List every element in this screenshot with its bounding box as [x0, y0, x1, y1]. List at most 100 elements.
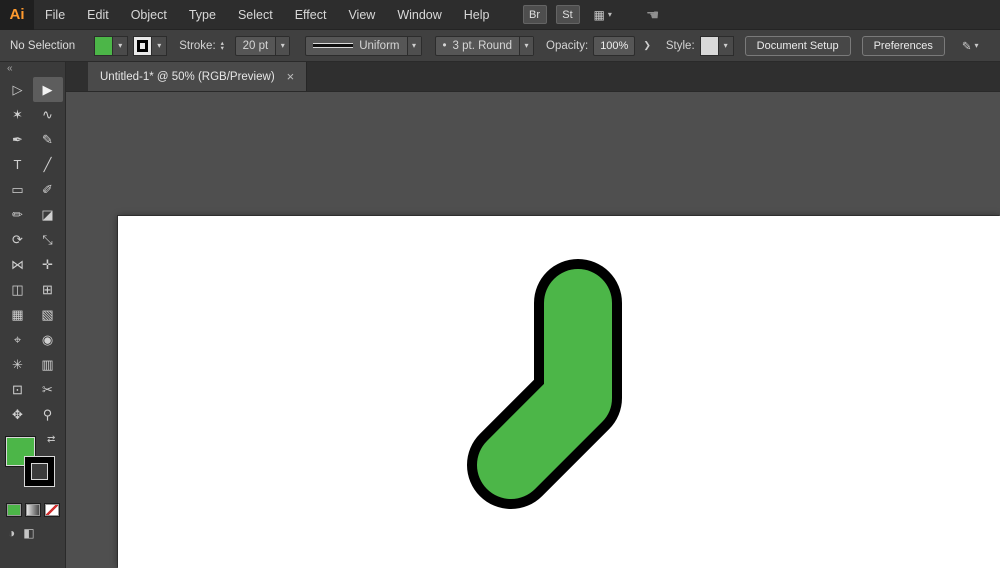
document-tab-title: Untitled-1* @ 50% (RGB/Preview): [100, 71, 275, 83]
tool-shape-builder[interactable]: ◫: [3, 277, 33, 302]
menu-select[interactable]: Select: [227, 0, 284, 30]
tab-strip: Untitled-1* @ 50% (RGB/Preview) ×: [66, 62, 1000, 92]
brush-dot-icon: •: [443, 40, 447, 52]
opacity-label: Opacity:: [546, 40, 588, 52]
tool-magic-wand[interactable]: ✶: [3, 102, 33, 127]
style-dropdown[interactable]: ▾: [700, 36, 734, 56]
tool-gradient[interactable]: ▧: [33, 302, 63, 327]
tool-perspective-grid[interactable]: ⊞: [33, 277, 63, 302]
fill-chevron-icon[interactable]: ▾: [113, 37, 127, 55]
sock-shape[interactable]: [511, 303, 578, 465]
tool-artboard[interactable]: ⊡: [3, 377, 33, 402]
stock-button[interactable]: St: [556, 5, 580, 24]
brush-value[interactable]: 3 pt. Round: [453, 40, 512, 52]
stroke-swatch[interactable]: [134, 37, 152, 55]
screen-mode-icon[interactable]: ◧: [23, 526, 34, 540]
menu-object[interactable]: Object: [120, 0, 178, 30]
tool-line-segment[interactable]: ╱: [33, 152, 63, 177]
width-profile-value[interactable]: Uniform: [359, 40, 399, 52]
tool-rotate[interactable]: ⟳: [3, 227, 33, 252]
stroke-weight-control[interactable]: 20 pt ▾: [235, 36, 291, 56]
opacity-input[interactable]: 100%: [593, 36, 635, 56]
tool-pen[interactable]: ✒: [3, 127, 33, 152]
gradient-button[interactable]: [25, 503, 41, 517]
stroke-profile-preview: [313, 44, 353, 47]
style-swatch[interactable]: [701, 37, 719, 55]
workspace: « ▷▶✶∿✒✎T╱▭✐✏◪⟳⤡⋈✛◫⊞▦▧⌖◉✳▥⊡✂✥⚲ ⇄ ◑ ◧ Unt…: [0, 62, 1000, 568]
tool-slice[interactable]: ✂: [33, 377, 63, 402]
stroke-weight-value[interactable]: 20 pt: [236, 40, 276, 52]
tool-direct-selection[interactable]: ▷: [3, 77, 33, 102]
fill-color-control[interactable]: ▾: [94, 36, 128, 56]
app-logo: Ai: [0, 0, 34, 30]
selection-status: No Selection: [10, 40, 75, 52]
fill-swatch[interactable]: [95, 37, 113, 55]
stroke-color-control[interactable]: ▾: [133, 36, 167, 56]
fill-stroke-indicator: ⇄: [6, 437, 62, 493]
menu-type[interactable]: Type: [178, 0, 227, 30]
stroke-label: Stroke:: [179, 40, 215, 52]
tool-width[interactable]: ⋈: [3, 252, 33, 277]
stroke-chevron-icon[interactable]: ▾: [152, 37, 166, 55]
tool-mesh[interactable]: ▦: [3, 302, 33, 327]
menu-items: FileEditObjectTypeSelectEffectViewWindow…: [34, 0, 501, 30]
none-button[interactable]: [44, 503, 60, 517]
menu-help[interactable]: Help: [453, 0, 501, 30]
width-profile-chevron-icon[interactable]: ▾: [407, 37, 421, 55]
menu-edit[interactable]: Edit: [76, 0, 120, 30]
tool-curvature[interactable]: ✎: [33, 127, 63, 152]
tool-eyedropper[interactable]: ⌖: [3, 327, 33, 352]
stroke-weight-stepper[interactable]: ▴ ▾: [221, 41, 230, 51]
style-label: Style:: [666, 40, 695, 52]
tool-type[interactable]: T: [3, 152, 33, 177]
menu-file[interactable]: File: [34, 0, 76, 30]
workspace-switcher-icon: ✎: [962, 39, 972, 53]
tool-blend[interactable]: ◉: [33, 327, 63, 352]
stroke-indicator[interactable]: [25, 457, 54, 486]
swap-fill-stroke-icon[interactable]: ⇄: [47, 434, 55, 445]
canvas[interactable]: [66, 92, 1000, 568]
tool-paintbrush[interactable]: ✐: [33, 177, 63, 202]
brush-dropdown[interactable]: • 3 pt. Round ▾: [435, 36, 535, 56]
menu-effect[interactable]: Effect: [284, 0, 338, 30]
collapse-panel-icon[interactable]: «: [0, 62, 65, 77]
stepper-down-icon[interactable]: ▾: [221, 46, 230, 51]
preferences-button[interactable]: Preferences: [862, 36, 945, 56]
document-tab[interactable]: Untitled-1* @ 50% (RGB/Preview) ×: [88, 62, 307, 91]
artwork-layer: [66, 92, 1000, 568]
tool-rectangle[interactable]: ▭: [3, 177, 33, 202]
sock-shape-fill: [511, 303, 578, 465]
menu-window[interactable]: Window: [386, 0, 452, 30]
tools-grid: ▷▶✶∿✒✎T╱▭✐✏◪⟳⤡⋈✛◫⊞▦▧⌖◉✳▥⊡✂✥⚲: [0, 77, 65, 427]
document-area: Untitled-1* @ 50% (RGB/Preview) ×: [66, 62, 1000, 568]
tool-selection[interactable]: ▶: [33, 77, 63, 102]
workspace-switcher[interactable]: ✎ ▾: [962, 39, 979, 53]
tool-eraser[interactable]: ◪: [33, 202, 63, 227]
document-setup-button[interactable]: Document Setup: [745, 36, 851, 56]
arrange-documents-icon: ▦: [594, 8, 605, 22]
tool-scale[interactable]: ⤡: [33, 227, 63, 252]
workspace-chevron-icon: ▾: [975, 41, 979, 50]
color-button[interactable]: [6, 503, 22, 517]
brush-chevron-icon[interactable]: ▾: [519, 37, 533, 55]
opacity-panel-arrow-icon[interactable]: ❯: [640, 40, 654, 51]
close-tab-icon[interactable]: ×: [287, 69, 295, 84]
touch-workspace-icon[interactable]: ☚: [646, 6, 659, 24]
tool-hand[interactable]: ✥: [3, 402, 33, 427]
draw-modes-icon[interactable]: ◑: [8, 526, 15, 540]
bridge-button[interactable]: Br: [523, 5, 547, 24]
stroke-weight-chevron-icon[interactable]: ▾: [275, 37, 289, 55]
menu-view[interactable]: View: [337, 0, 386, 30]
width-profile-dropdown[interactable]: Uniform ▾: [305, 36, 421, 56]
toolbar-bottom-icons: ◑ ◧: [8, 526, 65, 540]
control-bar: No Selection ▾ ▾ Stroke: ▴ ▾ 20 pt ▾ Uni…: [0, 30, 1000, 62]
tool-column-graph[interactable]: ▥: [33, 352, 63, 377]
tool-free-transform[interactable]: ✛: [33, 252, 63, 277]
tool-pencil[interactable]: ✏: [3, 202, 33, 227]
style-chevron-icon[interactable]: ▾: [719, 37, 733, 55]
tool-lasso[interactable]: ∿: [33, 102, 63, 127]
tool-symbol-sprayer[interactable]: ✳: [3, 352, 33, 377]
tool-zoom[interactable]: ⚲: [33, 402, 63, 427]
chevron-down-icon: ▾: [608, 10, 612, 19]
arrange-documents-button[interactable]: ▦ ▾: [594, 8, 612, 22]
